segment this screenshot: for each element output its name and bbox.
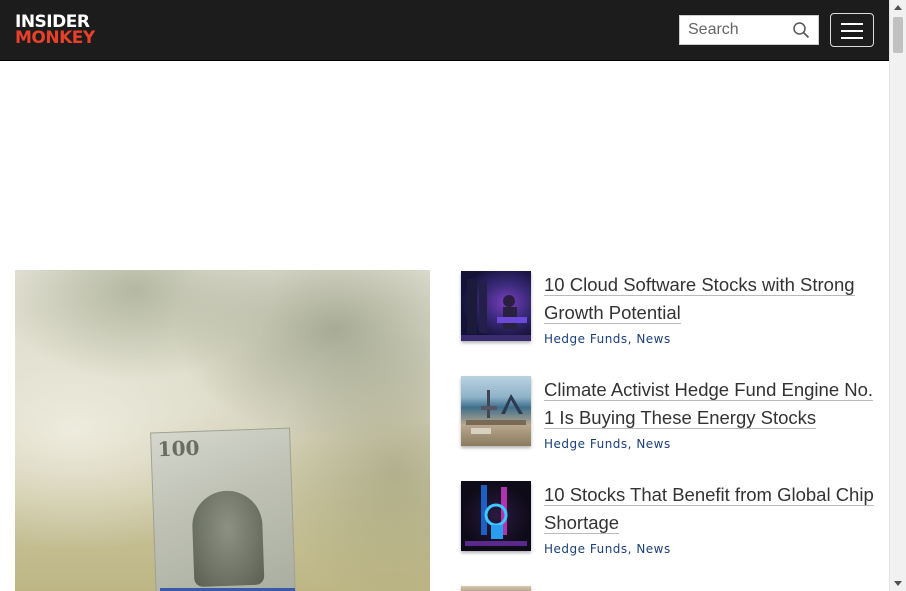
menu-bar (841, 37, 863, 39)
hamburger-menu-icon[interactable] (830, 13, 874, 47)
scroll-down-arrow-icon[interactable] (894, 581, 902, 586)
banknote-denomination: 100 (157, 435, 200, 462)
insider-monkey-logo[interactable]: INSIDER MONKEY (15, 14, 95, 48)
article-title-link[interactable]: Climate Activist Hedge Fund Engine No. 1… (544, 376, 874, 433)
category-link[interactable]: News (636, 332, 670, 346)
menu-bar (841, 30, 863, 32)
offshore-platform-image (466, 390, 526, 434)
search-icon[interactable] (792, 21, 810, 39)
article-categories: Hedge Funds, News (544, 332, 671, 346)
article-thumbnail[interactable] (461, 481, 531, 551)
article-categories: Hedge Funds, News (544, 437, 671, 451)
server-room-image (461, 279, 531, 341)
article-thumbnail[interactable] (461, 376, 531, 446)
scroll-thumb[interactable] (893, 17, 903, 53)
featured-article-image[interactable]: 100 (15, 270, 430, 591)
search-input[interactable] (680, 16, 790, 44)
scroll-up-arrow-icon[interactable] (894, 5, 902, 10)
menu-bar (841, 23, 863, 25)
hundred-dollar-bill-image: 100 (150, 427, 296, 591)
article-categories: Hedge Funds, News (544, 542, 671, 556)
list-item (461, 586, 881, 591)
category-link[interactable]: Hedge Funds (544, 542, 628, 556)
site-header: INSIDER MONKEY (0, 0, 889, 61)
banknote-portrait (191, 489, 265, 588)
search-box (679, 15, 819, 45)
logo-text-bottom: MONKEY (15, 28, 95, 48)
article-title-link[interactable]: 10 Stocks That Benefit from Global Chip … (544, 481, 874, 538)
list-item: Climate Activist Hedge Fund Engine No. 1… (461, 376, 881, 476)
list-item: 10 Cloud Software Stocks with Strong Gro… (461, 271, 881, 371)
category-link[interactable]: Hedge Funds (544, 437, 628, 451)
category-link[interactable]: News (636, 542, 670, 556)
article-thumbnail[interactable] (461, 586, 531, 591)
category-link[interactable]: News (636, 437, 670, 451)
computer-chip-image (465, 485, 527, 546)
page-scrollbar[interactable] (889, 0, 906, 591)
article-thumbnail[interactable] (461, 271, 531, 341)
category-link[interactable]: Hedge Funds (544, 332, 628, 346)
article-title-link[interactable]: 10 Cloud Software Stocks with Strong Gro… (544, 271, 874, 328)
list-item: 10 Stocks That Benefit from Global Chip … (461, 481, 881, 581)
